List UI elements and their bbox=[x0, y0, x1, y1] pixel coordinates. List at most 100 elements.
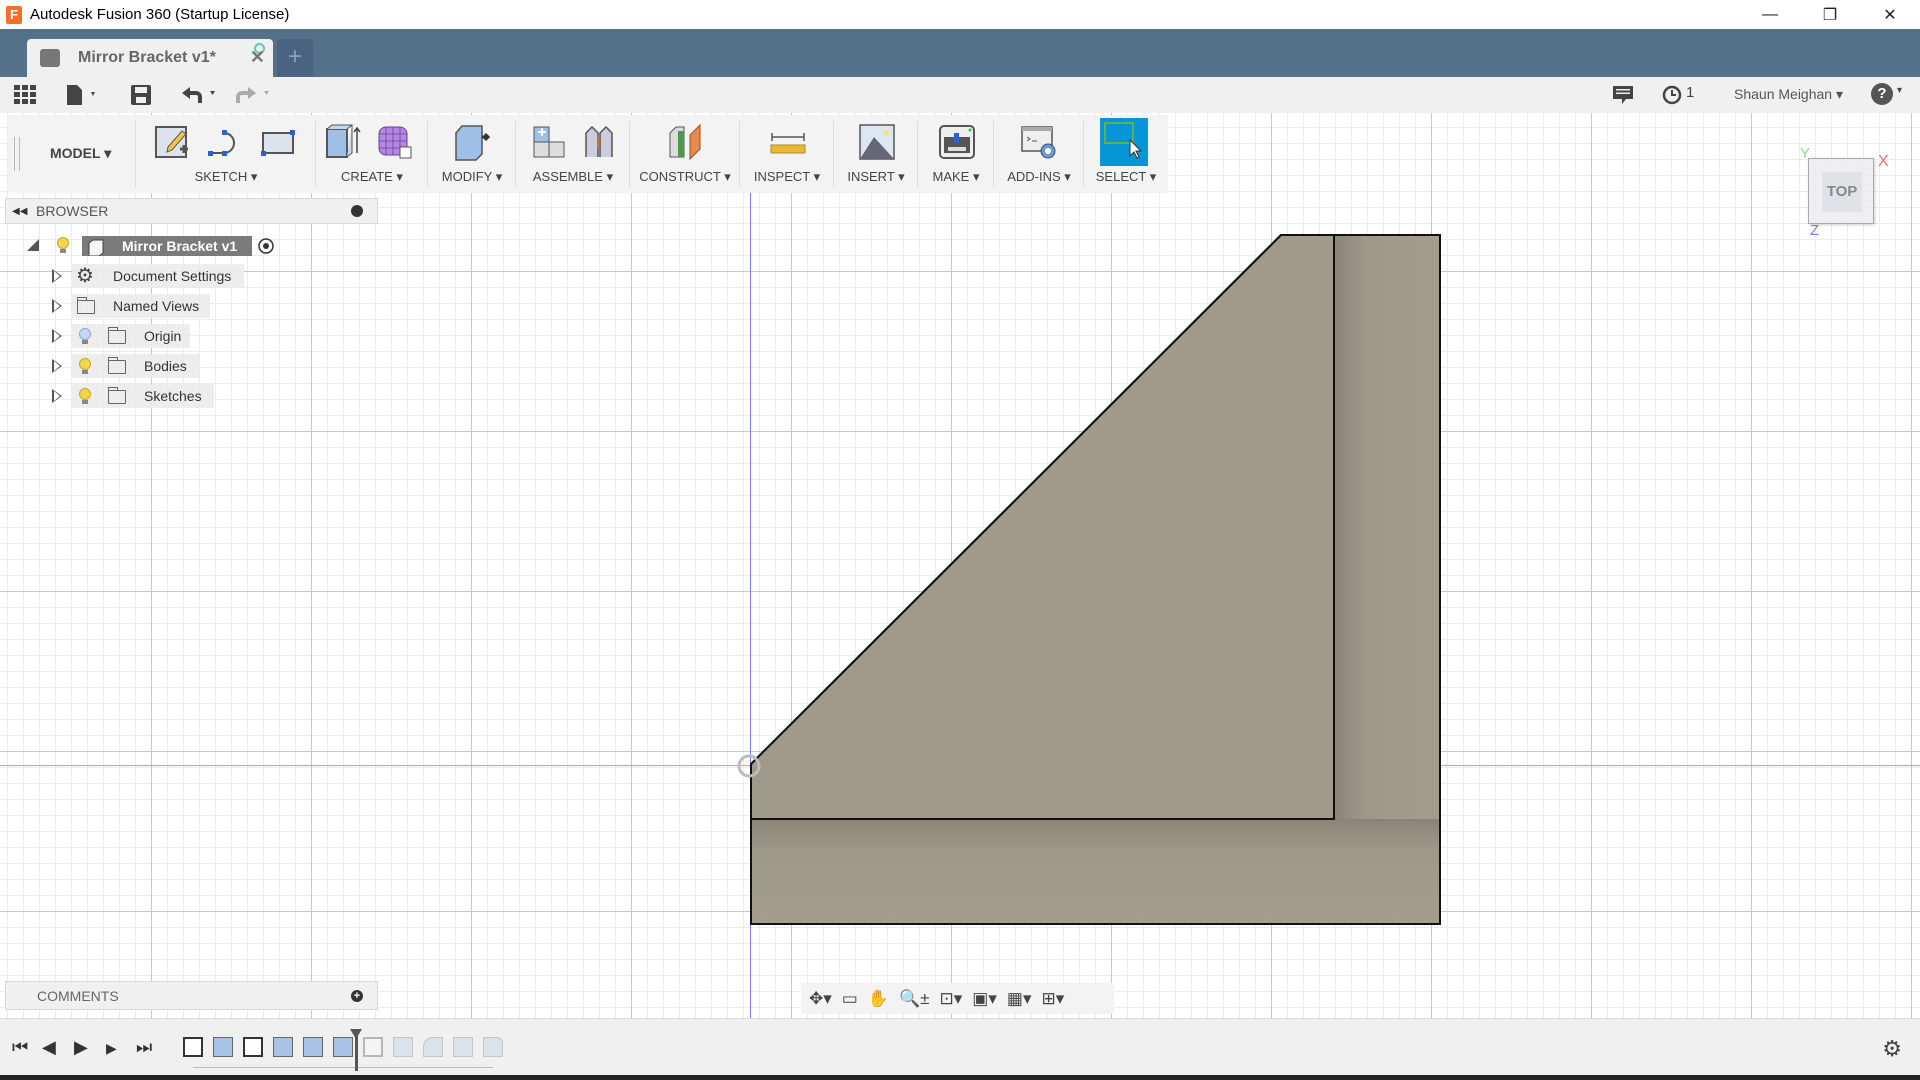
create-sketch-icon[interactable] bbox=[154, 123, 192, 161]
tree-item-sketches[interactable]: Sketches bbox=[48, 384, 248, 408]
new-component-icon[interactable] bbox=[530, 123, 568, 161]
measure-icon[interactable] bbox=[768, 123, 806, 161]
collapse-triangle-icon[interactable] bbox=[26, 238, 40, 252]
timeline-extrude-feature[interactable] bbox=[303, 1037, 323, 1057]
timeline-play-icon[interactable]: ▶ bbox=[74, 1037, 88, 1058]
pan-icon[interactable]: ✋ bbox=[868, 989, 889, 1009]
timeline-sketch-feature[interactable] bbox=[183, 1037, 203, 1057]
insert-menu[interactable]: INSERT ▾ bbox=[834, 169, 918, 185]
rectangle-icon[interactable] bbox=[259, 123, 297, 161]
expand-icon[interactable] bbox=[52, 299, 62, 313]
tree-item-bodies[interactable]: Bodies bbox=[48, 354, 248, 378]
timeline-sketch-feature[interactable] bbox=[243, 1037, 263, 1057]
grid-settings-icon[interactable]: ▦▾ bbox=[1007, 989, 1032, 1009]
extrude-icon[interactable] bbox=[324, 123, 362, 161]
visibility-bulb-icon[interactable] bbox=[79, 388, 91, 404]
visibility-bulb-off-icon[interactable] bbox=[79, 328, 91, 344]
look-at-icon[interactable]: ▭ bbox=[842, 989, 858, 1009]
root-component-label[interactable]: Mirror Bracket v1 bbox=[82, 236, 252, 256]
tree-item-named-views[interactable]: Named Views bbox=[48, 294, 248, 318]
collapse-browser-icon[interactable]: ◀◀ bbox=[12, 206, 27, 217]
folder-icon bbox=[108, 357, 126, 374]
timeline-shell-feature-suppressed[interactable] bbox=[453, 1037, 473, 1057]
viewcube[interactable]: TOP bbox=[1808, 158, 1874, 224]
form-icon[interactable] bbox=[376, 123, 414, 161]
expand-icon[interactable] bbox=[52, 389, 62, 403]
bottom-border bbox=[0, 1075, 1920, 1080]
addins-menu[interactable]: ADD-INS ▾ bbox=[994, 169, 1084, 185]
browser-panel-header[interactable]: ◀◀ BROWSER bbox=[5, 198, 378, 224]
timeline-settings-gear-icon[interactable]: ⚙ bbox=[1882, 1036, 1902, 1062]
viewports-icon[interactable]: ⊞▾ bbox=[1042, 989, 1065, 1009]
create-menu[interactable]: CREATE ▾ bbox=[316, 169, 428, 185]
viewcube-y-axis-label: Y bbox=[1800, 145, 1811, 162]
construct-menu[interactable]: CONSTRUCT ▾ bbox=[630, 169, 740, 185]
modify-menu[interactable]: MODIFY ▾ bbox=[428, 169, 516, 185]
folder-icon bbox=[108, 387, 126, 404]
tree-item-label: Origin bbox=[144, 328, 182, 344]
spline-icon[interactable] bbox=[206, 123, 244, 161]
construct-group: CONSTRUCT ▾ bbox=[630, 115, 740, 193]
expand-icon[interactable] bbox=[52, 269, 62, 283]
viewcube-face-top[interactable]: TOP bbox=[1822, 172, 1862, 212]
joint-icon[interactable] bbox=[580, 123, 618, 161]
component-icon bbox=[88, 239, 104, 256]
display-settings-icon[interactable]: ▣▾ bbox=[972, 989, 997, 1009]
timeline-next-icon[interactable]: ▶ bbox=[106, 1040, 117, 1057]
workspace-switcher[interactable]: MODEL ▾ bbox=[50, 145, 111, 162]
insert-group: INSERT ▾ bbox=[834, 115, 918, 193]
create-group: CREATE ▾ bbox=[316, 115, 428, 193]
sketch-group: SKETCH ▾ bbox=[136, 115, 316, 193]
folder-icon bbox=[77, 297, 95, 314]
timeline-sketch-feature-suppressed[interactable] bbox=[363, 1037, 383, 1057]
3d-print-icon[interactable] bbox=[938, 123, 976, 161]
comments-title: COMMENTS bbox=[37, 987, 119, 1004]
gear-icon: ⚙ bbox=[76, 265, 94, 287]
select-icon bbox=[1104, 122, 1143, 159]
timeline-marker[interactable] bbox=[350, 1029, 362, 1071]
tree-item-label: Sketches bbox=[144, 388, 202, 404]
select-group: SELECT ▾ bbox=[1084, 115, 1168, 193]
timeline-last-icon[interactable]: ⏭ bbox=[136, 1037, 152, 1058]
bracket-top-face[interactable] bbox=[750, 234, 1335, 820]
tree-item-document-settings[interactable]: ⚙ Document Settings bbox=[48, 264, 248, 288]
add-comment-icon[interactable]: + bbox=[351, 990, 363, 1002]
zoom-icon[interactable]: 🔍± bbox=[899, 989, 930, 1009]
comments-panel[interactable]: COMMENTS + bbox=[5, 981, 378, 1010]
main-toolbar: MODEL ▾ SKETCH ▾ CREATE ▾ MODIFY ▾ ASSEM… bbox=[8, 115, 1168, 193]
insert-image-icon[interactable] bbox=[858, 123, 896, 161]
make-menu[interactable]: MAKE ▾ bbox=[918, 169, 994, 185]
timeline-fillet-feature-suppressed[interactable] bbox=[423, 1037, 443, 1057]
inspect-menu[interactable]: INSPECT ▾ bbox=[740, 169, 834, 185]
expand-icon[interactable] bbox=[52, 329, 62, 343]
timeline-extrude-feature[interactable] bbox=[273, 1037, 293, 1057]
activate-component-icon[interactable] bbox=[257, 237, 275, 255]
timeline-extrude-feature[interactable] bbox=[213, 1037, 233, 1057]
timeline-track bbox=[193, 1067, 493, 1068]
assemble-menu[interactable]: ASSEMBLE ▾ bbox=[516, 169, 630, 185]
expand-icon[interactable] bbox=[52, 359, 62, 373]
tree-item-origin[interactable]: Origin bbox=[48, 324, 248, 348]
sketch-menu[interactable]: SKETCH ▾ bbox=[136, 169, 316, 185]
timeline-previous-icon[interactable]: ◀ bbox=[42, 1037, 56, 1058]
timeline-extrude-feature-suppressed[interactable] bbox=[393, 1037, 413, 1057]
select-tool-button[interactable] bbox=[1100, 118, 1148, 166]
assemble-group: ASSEMBLE ▾ bbox=[516, 115, 630, 193]
visibility-bulb-icon[interactable] bbox=[79, 358, 91, 374]
timeline: ⏮ ◀ ▶ ▶ ⏭ ⚙ bbox=[0, 1018, 1920, 1080]
select-menu[interactable]: SELECT ▾ bbox=[1084, 169, 1168, 185]
timeline-chamfer-feature-suppressed[interactable] bbox=[483, 1037, 503, 1057]
plane-icon[interactable] bbox=[666, 123, 704, 161]
press-pull-icon[interactable] bbox=[452, 123, 490, 161]
timeline-extrude-feature[interactable] bbox=[333, 1037, 353, 1057]
minimize-browser-icon[interactable] bbox=[351, 205, 363, 217]
bracket-bottom-shading bbox=[751, 819, 1440, 924]
scripts-addins-icon[interactable] bbox=[1020, 123, 1058, 161]
fit-icon[interactable]: ⊡▾ bbox=[940, 989, 963, 1009]
orbit-icon[interactable]: ✥▾ bbox=[809, 989, 832, 1009]
tree-item-label: Bodies bbox=[144, 358, 187, 374]
visibility-bulb-icon[interactable] bbox=[57, 237, 69, 253]
modify-group: MODIFY ▾ bbox=[428, 115, 516, 193]
timeline-first-icon[interactable]: ⏮ bbox=[12, 1037, 28, 1058]
viewcube-x-axis-label: X bbox=[1878, 153, 1889, 170]
